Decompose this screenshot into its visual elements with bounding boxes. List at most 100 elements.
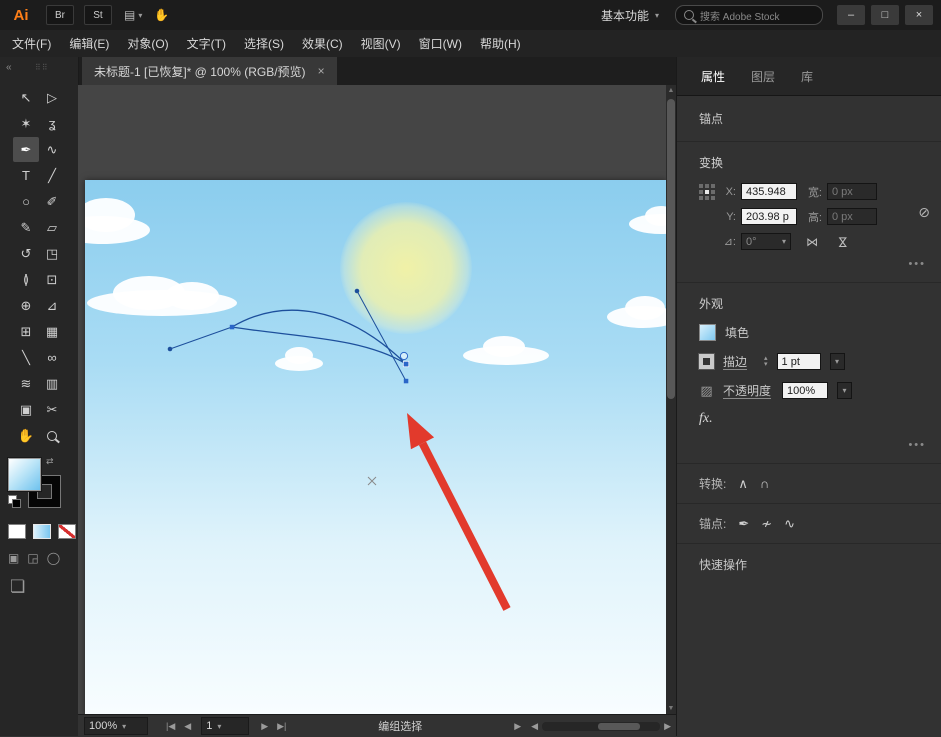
shape-builder-tool[interactable]: ⊕ <box>13 293 39 318</box>
menu-window[interactable]: 窗口(W) <box>419 35 462 52</box>
document-tab[interactable]: 未标题-1 [已恢复]* @ 100% (RGB/预览) × <box>82 57 337 85</box>
zoom-level-combo[interactable]: 100% ▾ <box>84 717 148 735</box>
convert-to-corner-icon[interactable]: ∧ <box>738 476 748 492</box>
hand-tool[interactable]: ✋ <box>13 423 39 448</box>
eraser-tool[interactable]: ▱ <box>39 215 65 240</box>
horizontal-scrollbar[interactable] <box>542 722 660 731</box>
draw-behind-icon[interactable]: ◲ <box>27 551 38 565</box>
stroke-weight-stepper[interactable]: ▴ ▾ <box>764 356 768 368</box>
blend-tool[interactable]: ∞ <box>39 345 65 370</box>
constrain-proportions-icon[interactable]: ⊘ <box>918 204 930 221</box>
menu-help[interactable]: 帮助(H) <box>480 35 521 52</box>
stroke-weight-dropdown[interactable]: ▾ <box>830 353 845 370</box>
vertical-scrollbar[interactable]: ▲ ▼ <box>666 85 676 714</box>
artboard-tool[interactable]: ▣ <box>13 397 39 422</box>
menu-select[interactable]: 选择(S) <box>244 35 284 52</box>
color-button[interactable] <box>8 524 26 539</box>
maximize-button[interactable]: □ <box>871 5 899 25</box>
scroll-down-icon[interactable]: ▼ <box>666 705 676 712</box>
perspective-grid-tool[interactable]: ⊿ <box>39 293 65 318</box>
scroll-up-icon[interactable]: ▲ <box>666 87 676 94</box>
opacity-dropdown[interactable]: ▾ <box>837 382 852 399</box>
screen-mode-button[interactable]: ❏ <box>10 577 78 597</box>
last-artboard-button[interactable]: ▶| <box>277 721 286 732</box>
tab-close-icon[interactable]: × <box>318 64 325 78</box>
x-input[interactable] <box>741 183 797 200</box>
stepper-down-icon[interactable]: ▾ <box>764 362 768 368</box>
width-tool[interactable]: ≬ <box>13 267 39 292</box>
symbol-sprayer-tool[interactable]: ≋ <box>13 371 39 396</box>
pencil-tool[interactable]: ✎ <box>13 215 39 240</box>
panel-grip-icon[interactable]: ⠿⠿ <box>12 63 72 72</box>
tab-layers[interactable]: 图层 <box>751 68 775 95</box>
flip-vertical-icon[interactable]: ⋈ <box>836 236 850 248</box>
swap-fill-stroke-icon[interactable]: ⇄ <box>46 456 54 467</box>
remove-anchor-icon[interactable]: ✒ <box>738 516 749 532</box>
workspace-switcher[interactable]: 基本功能 ▾ <box>601 7 659 24</box>
opacity-label[interactable]: 不透明度 <box>723 382 771 399</box>
menu-file[interactable]: 文件(F) <box>12 35 51 52</box>
horizontal-scroll-thumb[interactable] <box>598 723 640 730</box>
tab-libraries[interactable]: 库 <box>801 68 813 95</box>
line-segment-tool[interactable]: ╱ <box>39 163 65 188</box>
next-artboard-button[interactable]: ▶ <box>261 721 268 732</box>
menu-effect[interactable]: 效果(C) <box>302 35 343 52</box>
gesture-button[interactable]: ✋ <box>154 8 169 22</box>
mesh-tool[interactable]: ⊞ <box>13 319 39 344</box>
appearance-more-options[interactable]: ••• <box>699 439 926 451</box>
scale-tool[interactable]: ◳ <box>39 241 65 266</box>
arrange-documents-button[interactable]: ▤ ▾ <box>124 8 142 22</box>
pen-path[interactable] <box>168 289 409 384</box>
curvature-tool[interactable]: ∿ <box>39 137 65 162</box>
slice-tool[interactable]: ✂ <box>39 397 65 422</box>
stock-search-input[interactable]: 搜索 Adobe Stock <box>675 5 823 25</box>
zoom-tool[interactable] <box>39 423 65 448</box>
gradient-button[interactable] <box>33 524 51 539</box>
type-tool[interactable]: T <box>13 163 39 188</box>
stroke-label[interactable]: 描边 <box>723 353 747 370</box>
status-menu-arrow-icon[interactable]: ▶ <box>514 721 521 732</box>
close-button[interactable]: × <box>905 5 933 25</box>
pen-tool[interactable]: ✒ <box>13 137 39 162</box>
menu-object[interactable]: 对象(O) <box>127 35 168 52</box>
tab-properties[interactable]: 属性 <box>701 68 725 95</box>
rotate-tool[interactable]: ↺ <box>13 241 39 266</box>
bridge-button[interactable]: Br <box>46 5 74 25</box>
cut-path-icon[interactable]: ≁ <box>761 516 772 532</box>
first-artboard-button[interactable]: |◀ <box>166 721 175 732</box>
direct-selection-tool[interactable]: ▷ <box>39 85 65 110</box>
paintbrush-tool[interactable]: ✐ <box>39 189 65 214</box>
minimize-button[interactable]: – <box>837 5 865 25</box>
free-transform-tool[interactable]: ⊡ <box>39 267 65 292</box>
previous-artboard-button[interactable]: ◀ <box>184 721 191 732</box>
y-input[interactable] <box>741 208 797 225</box>
fill-color-swatch[interactable] <box>699 324 716 341</box>
lasso-tool[interactable]: ʓ <box>39 111 65 136</box>
reference-point-widget[interactable] <box>699 184 715 200</box>
canvas-pasteboard[interactable]: ▲ ▼ <box>78 85 676 714</box>
flip-horizontal-icon[interactable]: ⋈ <box>806 235 818 249</box>
vertical-scroll-thumb[interactable] <box>667 99 675 399</box>
menu-type[interactable]: 文字(T) <box>187 35 226 52</box>
width-input[interactable] <box>827 183 877 200</box>
menu-edit[interactable]: 编辑(E) <box>69 35 109 52</box>
none-button[interactable] <box>58 524 76 539</box>
smooth-handles-icon[interactable]: ∿ <box>784 516 795 532</box>
draw-normal-icon[interactable]: ▣ <box>8 551 19 565</box>
menu-view[interactable]: 视图(V) <box>361 35 401 52</box>
stroke-color-swatch[interactable] <box>699 354 714 369</box>
height-input[interactable] <box>827 208 877 225</box>
stroke-weight-input[interactable] <box>777 353 821 370</box>
default-fill-stroke-icon[interactable] <box>8 495 22 507</box>
transform-more-options[interactable]: ••• <box>699 258 926 270</box>
fill-stroke-widget[interactable]: ⇄ <box>8 458 64 510</box>
selection-tool[interactable]: ↖ <box>13 85 39 110</box>
gradient-tool[interactable]: ▦ <box>39 319 65 344</box>
artboard-number-combo[interactable]: 1 ▾ <box>201 717 249 735</box>
fx-button[interactable]: fx. <box>699 411 713 427</box>
scroll-right-icon[interactable]: ▶ <box>664 721 671 732</box>
column-graph-tool[interactable]: ▥ <box>39 371 65 396</box>
draw-inside-icon[interactable]: ◯ <box>47 551 60 565</box>
rotation-angle-combo[interactable]: 0° ▾ <box>741 233 791 250</box>
ellipse-tool[interactable]: ○ <box>13 189 39 214</box>
